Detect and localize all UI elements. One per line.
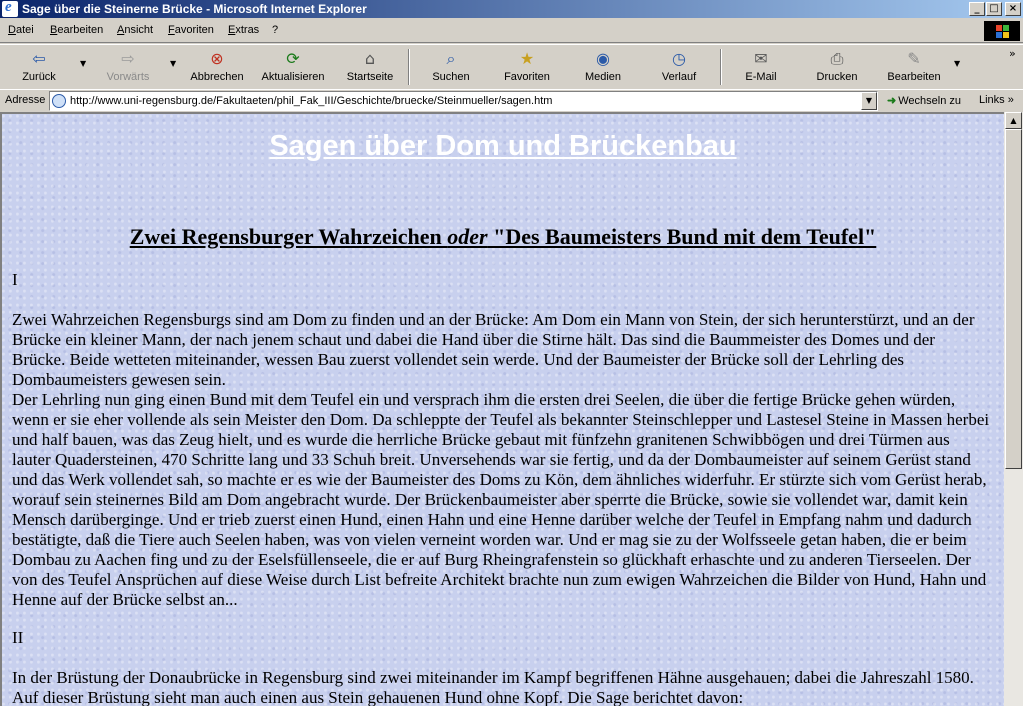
forward-arrow-icon: ⇨ bbox=[121, 49, 135, 68]
toolbar: ⇦ Zurück ▼ ⇨ Vorwärts ▼ ⊗ Abbrechen ⟳ Ak… bbox=[0, 44, 1023, 90]
go-arrow-icon: ➜ bbox=[887, 95, 897, 107]
back-arrow-icon: ⇦ bbox=[32, 49, 46, 68]
links-button[interactable]: Links » bbox=[979, 94, 1014, 106]
edit-button[interactable]: ✎ Bearbeiten bbox=[882, 47, 946, 87]
forward-button[interactable]: ⇨ Vorwärts bbox=[100, 47, 156, 87]
page-content: Sagen über Dom und Brückenbau Zwei Regen… bbox=[0, 112, 1004, 706]
edit-dropdown-icon[interactable]: ▼ bbox=[954, 59, 960, 68]
mail-icon: ✉ bbox=[754, 49, 768, 68]
close-button[interactable]: × bbox=[1005, 2, 1021, 16]
favorites-icon: ★ bbox=[519, 49, 535, 68]
media-icon: ◉ bbox=[596, 49, 610, 68]
refresh-button[interactable]: ⟳ Aktualisieren bbox=[260, 47, 326, 87]
paragraph: Der Lehrling nun ging einen Bund mit dem… bbox=[12, 390, 990, 609]
page-title: Sagen über Dom und Brückenbau bbox=[269, 130, 737, 162]
menu-help[interactable]: ? bbox=[272, 24, 278, 36]
address-input[interactable]: http://www.uni-regensburg.de/Fakultaeten… bbox=[49, 91, 878, 111]
back-dropdown-icon[interactable]: ▼ bbox=[80, 59, 86, 68]
scrollbar-thumb[interactable] bbox=[1005, 129, 1022, 469]
windows-logo-icon bbox=[984, 21, 1020, 41]
go-button[interactable]: ➜ Wechseln zu bbox=[887, 94, 961, 107]
internet-explorer-icon bbox=[2, 0, 18, 17]
scroll-up-icon[interactable]: ▲ bbox=[1005, 112, 1022, 129]
menu-ansicht[interactable]: Ansicht bbox=[117, 24, 153, 36]
menu-bar: Datei Bearbeiten Ansicht Favoriten Extra… bbox=[0, 20, 1023, 43]
mail-button[interactable]: ✉ E-Mail bbox=[738, 47, 784, 87]
title-bar: Sage über die Steinerne Brücke - Microso… bbox=[0, 0, 1023, 18]
search-icon: ⌕ bbox=[446, 49, 456, 68]
address-label: Adresse bbox=[5, 94, 46, 106]
stop-button[interactable]: ⊗ Abbrechen bbox=[188, 47, 246, 87]
print-button[interactable]: ⎙ Drucken bbox=[812, 47, 862, 87]
search-button[interactable]: ⌕ Suchen bbox=[426, 47, 476, 87]
address-dropdown-icon[interactable]: ▼ bbox=[861, 92, 877, 110]
print-icon: ⎙ bbox=[830, 49, 844, 68]
back-button[interactable]: ⇦ Zurück bbox=[16, 47, 62, 87]
toolbar-separator bbox=[720, 49, 722, 85]
menu-extras[interactable]: Extras bbox=[228, 24, 259, 36]
home-icon: ⌂ bbox=[364, 49, 376, 68]
page-icon bbox=[52, 94, 66, 108]
stop-icon: ⊗ bbox=[210, 49, 224, 68]
media-button[interactable]: ◉ Medien bbox=[580, 47, 626, 87]
menu-favoriten[interactable]: Favoriten bbox=[168, 24, 214, 36]
page-heading: Zwei Regensburger Wahrzeichen oder "Des … bbox=[129, 224, 877, 249]
address-bar: Adresse http://www.uni-regensburg.de/Fak… bbox=[0, 89, 1023, 112]
refresh-icon: ⟳ bbox=[286, 49, 300, 68]
window-title: Sage über die Steinerne Brücke - Microso… bbox=[22, 2, 367, 16]
edit-icon: ✎ bbox=[907, 49, 921, 68]
history-icon: ◷ bbox=[672, 49, 686, 68]
toolbar-separator bbox=[408, 49, 410, 85]
maximize-button[interactable]: □ bbox=[986, 2, 1002, 16]
home-button[interactable]: ⌂ Startseite bbox=[342, 47, 398, 87]
menu-bearbeiten[interactable]: Bearbeiten bbox=[50, 24, 103, 36]
section-number: II bbox=[12, 628, 24, 647]
vertical-scrollbar[interactable]: ▲ bbox=[1004, 112, 1023, 706]
favorites-button[interactable]: ★ Favoriten bbox=[498, 47, 556, 87]
history-button[interactable]: ◷ Verlauf bbox=[656, 47, 702, 87]
toolbar-overflow-icon[interactable]: » bbox=[1009, 47, 1016, 60]
paragraph: In der Brüstung der Donaubrücke in Regen… bbox=[12, 668, 974, 706]
address-url[interactable]: http://www.uni-regensburg.de/Fakultaeten… bbox=[70, 95, 552, 107]
forward-dropdown-icon[interactable]: ▼ bbox=[170, 59, 176, 68]
minimize-button[interactable]: _ bbox=[969, 2, 985, 16]
section-number: I bbox=[12, 270, 18, 289]
paragraph: Zwei Wahrzeichen Regensburgs sind am Dom… bbox=[12, 310, 975, 389]
menu-datei[interactable]: Datei bbox=[8, 24, 34, 36]
